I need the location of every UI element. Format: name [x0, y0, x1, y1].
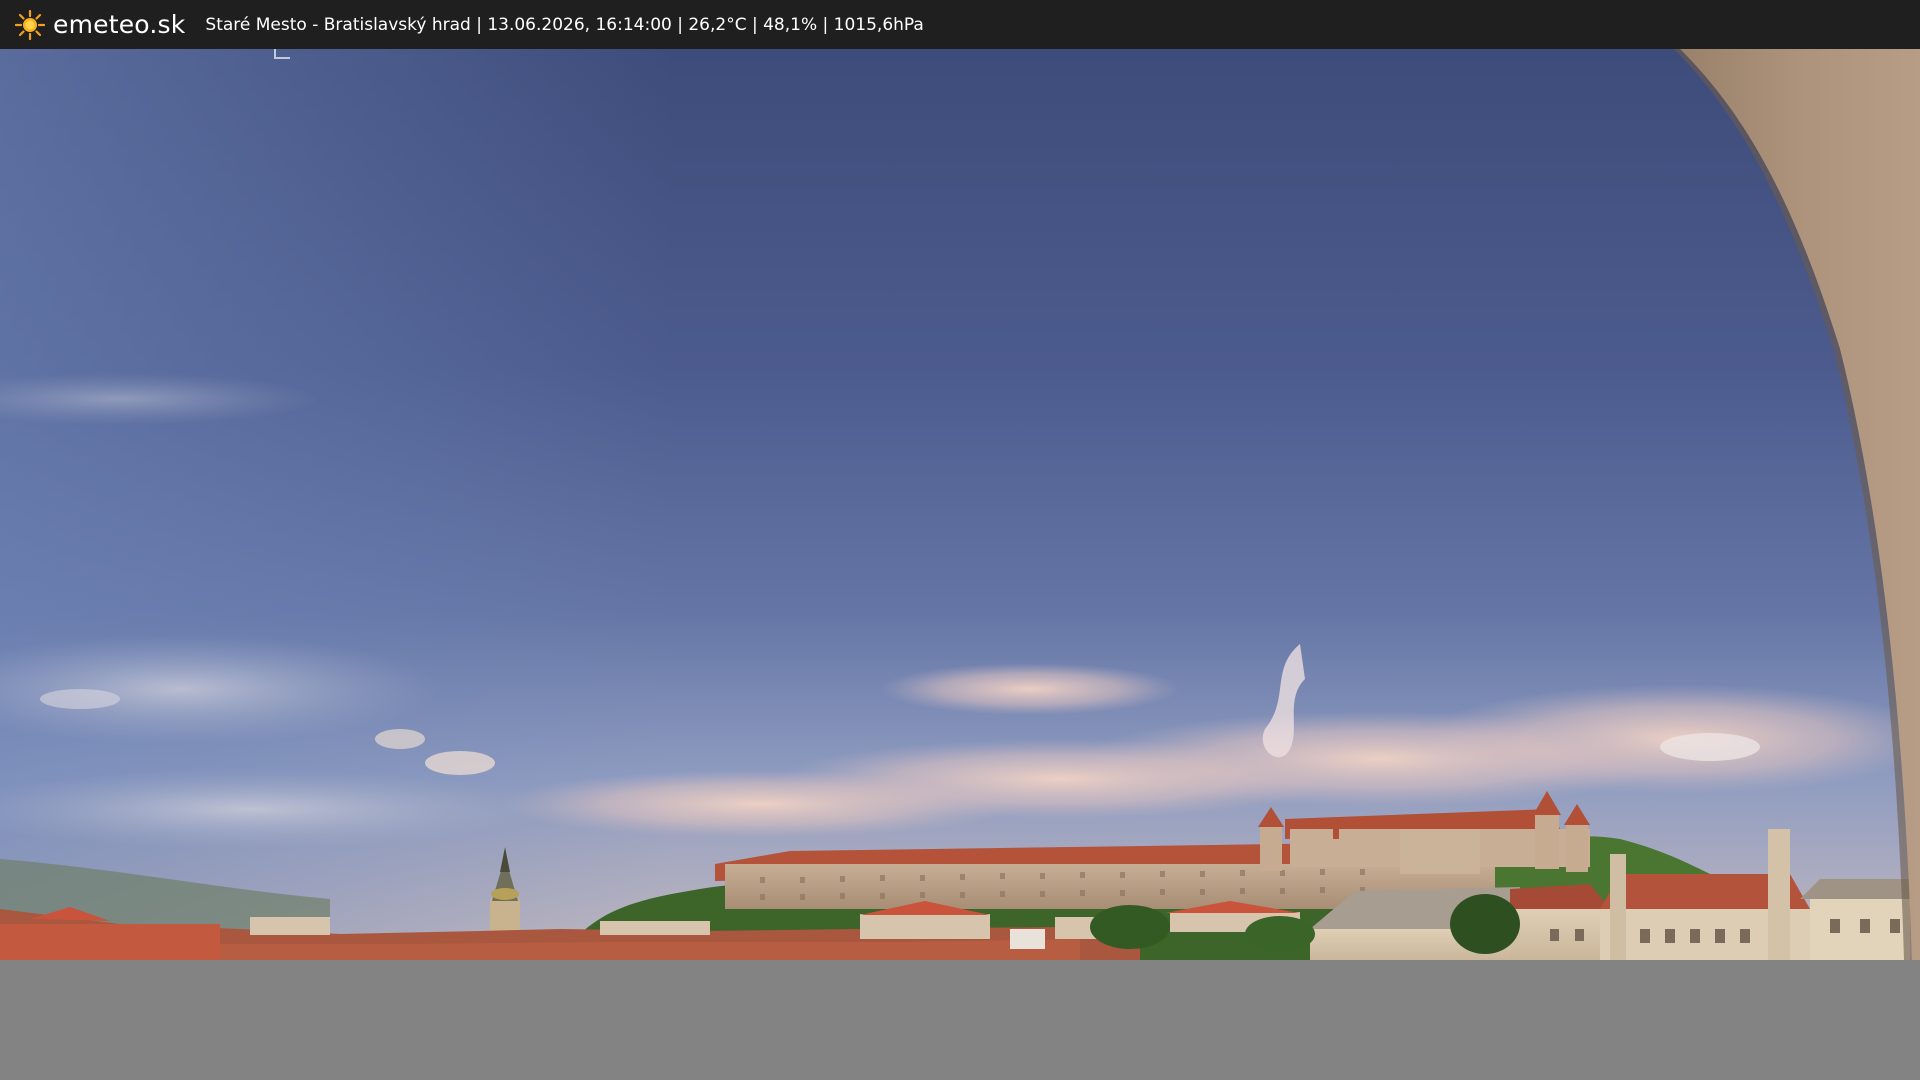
- brand-logo-text: emeteo.sk: [53, 10, 186, 39]
- sun-icon: [15, 9, 45, 40]
- empty-area: [0, 960, 1920, 1080]
- webcam-photo: [0, 49, 1920, 960]
- weather-caption: Staré Mesto - Bratislavský hrad | 13.06.…: [205, 14, 924, 35]
- caption-bar: emeteo.sk Staré Mesto - Bratislavský hra…: [0, 0, 1920, 49]
- webcam-viewer: emeteo.sk Staré Mesto - Bratislavský hra…: [0, 0, 1920, 1080]
